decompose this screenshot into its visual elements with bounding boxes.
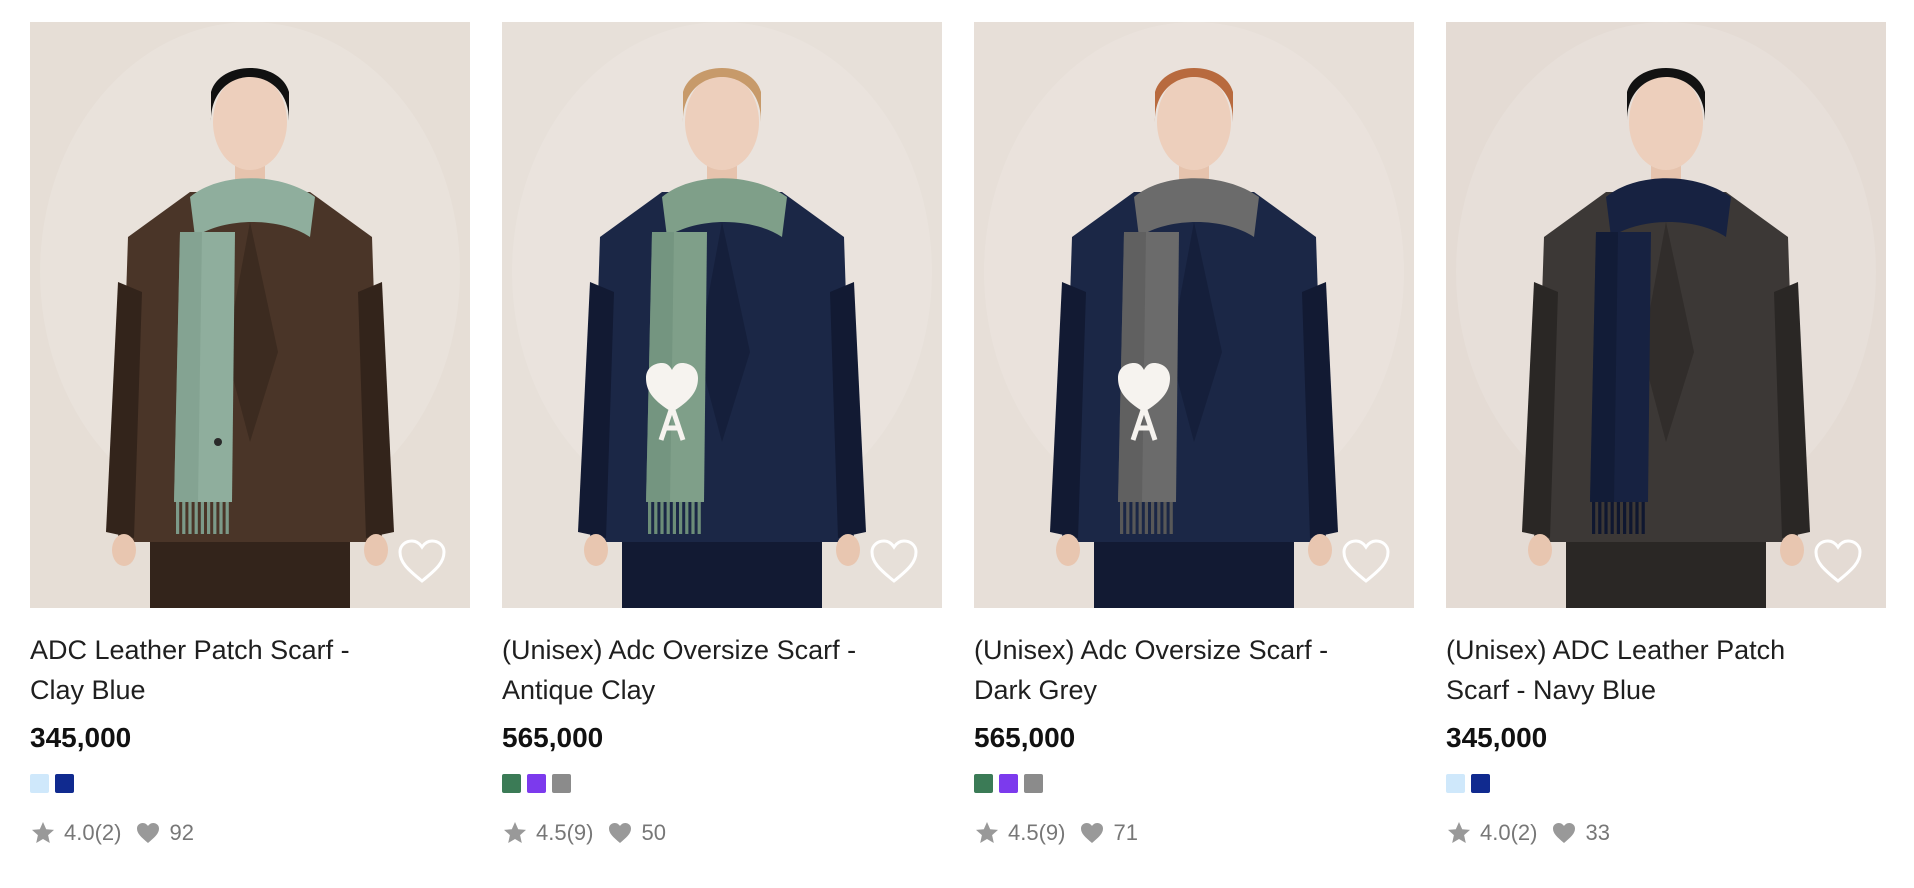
heart-filled-icon xyxy=(1551,820,1577,846)
color-swatch[interactable] xyxy=(1471,774,1490,793)
star-icon xyxy=(974,820,1000,846)
product-card[interactable]: (Unisex) Adc Oversize Scarf - Dark Grey … xyxy=(974,22,1414,888)
rating-text: 4.5(9) xyxy=(1008,820,1066,845)
heart-outline-icon xyxy=(398,539,446,583)
product-meta: 4.0(2) 33 xyxy=(1446,819,1886,847)
product-image[interactable] xyxy=(974,22,1414,608)
product-meta: 4.5(9) 50 xyxy=(502,819,942,847)
product-meta: 4.5(9) 71 xyxy=(974,819,1414,847)
product-image[interactable] xyxy=(502,22,942,608)
product-card[interactable]: (Unisex) Adc Oversize Scarf - Antique Cl… xyxy=(502,22,942,888)
color-swatch[interactable] xyxy=(552,774,571,793)
likes-count: 92 xyxy=(169,820,194,845)
rating-text: 4.0(2) xyxy=(64,820,122,845)
wishlist-button[interactable] xyxy=(397,538,447,584)
likes-group: 71 xyxy=(1079,820,1138,846)
heart-outline-icon xyxy=(870,539,918,583)
likes-count: 50 xyxy=(641,820,666,845)
likes-count: 71 xyxy=(1113,820,1138,845)
product-image-container[interactable] xyxy=(502,22,942,608)
color-swatch[interactable] xyxy=(502,774,521,793)
heart-outline-icon xyxy=(1342,539,1390,583)
product-card[interactable]: ADC Leather Patch Scarf - Clay Blue 345,… xyxy=(30,22,470,888)
likes-group: 92 xyxy=(135,820,194,846)
star-icon xyxy=(502,820,528,846)
color-swatch[interactable] xyxy=(30,774,49,793)
likes-group: 50 xyxy=(607,820,666,846)
color-swatch[interactable] xyxy=(55,774,74,793)
rating-text: 4.5(9) xyxy=(536,820,594,845)
color-swatches xyxy=(502,773,942,794)
color-swatches xyxy=(1446,773,1886,794)
color-swatch[interactable] xyxy=(999,774,1018,793)
product-title[interactable]: (Unisex) Adc Oversize Scarf - Antique Cl… xyxy=(502,630,877,710)
product-image-container[interactable] xyxy=(1446,22,1886,608)
product-grid: ADC Leather Patch Scarf - Clay Blue 345,… xyxy=(0,0,1914,888)
product-title[interactable]: (Unisex) Adc Oversize Scarf - Dark Grey xyxy=(974,630,1349,710)
color-swatches xyxy=(30,773,470,794)
color-swatches xyxy=(974,773,1414,794)
color-swatch[interactable] xyxy=(527,774,546,793)
product-price: 565,000 xyxy=(974,722,1076,753)
likes-count: 33 xyxy=(1585,820,1610,845)
star-icon xyxy=(30,820,56,846)
wishlist-button[interactable] xyxy=(1813,538,1863,584)
product-meta: 4.0(2) 92 xyxy=(30,819,470,847)
likes-group: 33 xyxy=(1551,820,1610,846)
product-price: 565,000 xyxy=(502,722,604,753)
heart-filled-icon xyxy=(1079,820,1105,846)
heart-outline-icon xyxy=(1814,539,1862,583)
product-card[interactable]: (Unisex) ADC Leather Patch Scarf - Navy … xyxy=(1446,22,1886,888)
wishlist-button[interactable] xyxy=(1341,538,1391,584)
color-swatch[interactable] xyxy=(1024,774,1043,793)
star-icon xyxy=(1446,820,1472,846)
heart-filled-icon xyxy=(135,820,161,846)
color-swatch[interactable] xyxy=(1446,774,1465,793)
product-image-container[interactable] xyxy=(974,22,1414,608)
wishlist-button[interactable] xyxy=(869,538,919,584)
product-image-container[interactable] xyxy=(30,22,470,608)
heart-filled-icon xyxy=(607,820,633,846)
product-image[interactable] xyxy=(1446,22,1886,608)
color-swatch[interactable] xyxy=(974,774,993,793)
product-price: 345,000 xyxy=(1446,722,1548,753)
product-image[interactable] xyxy=(30,22,470,608)
product-price: 345,000 xyxy=(30,722,132,753)
product-title[interactable]: ADC Leather Patch Scarf - Clay Blue xyxy=(30,630,405,710)
rating-text: 4.0(2) xyxy=(1480,820,1538,845)
product-title[interactable]: (Unisex) ADC Leather Patch Scarf - Navy … xyxy=(1446,630,1821,710)
